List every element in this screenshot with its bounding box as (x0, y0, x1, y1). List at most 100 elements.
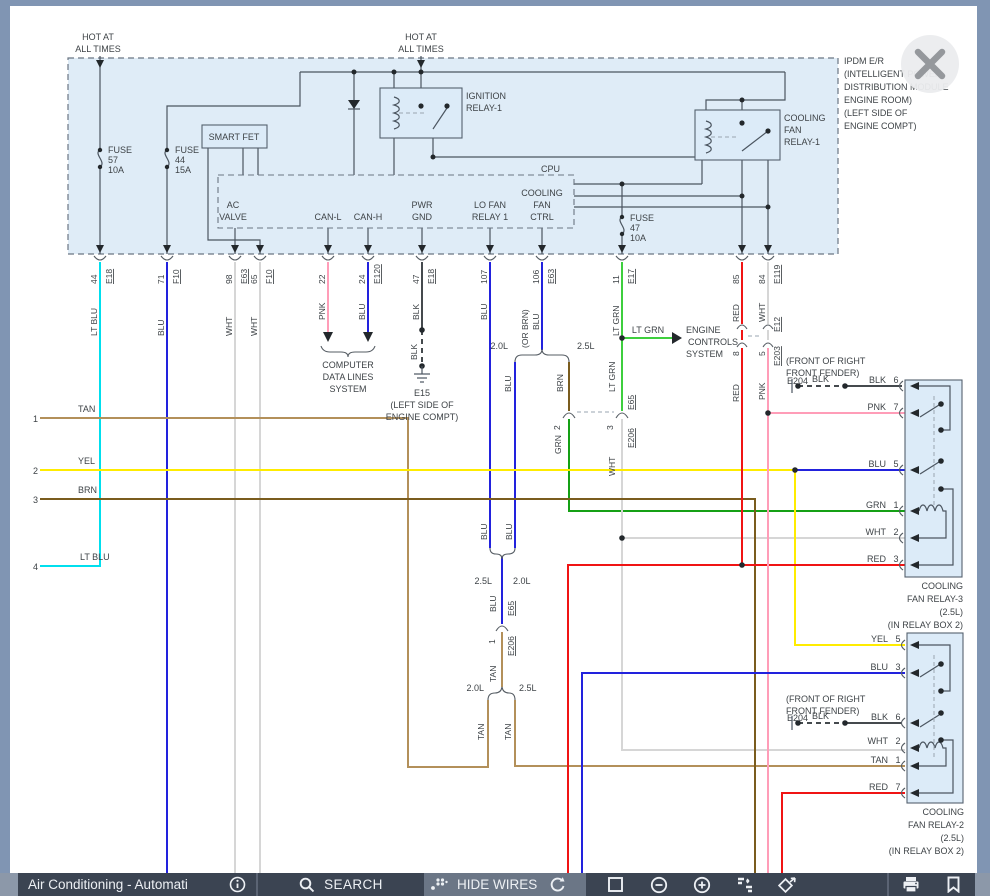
junction (740, 194, 745, 199)
cooling-fan-relay-2: (FRONT OF RIGHT FRONT FENDER) E204 BLK Y… (786, 633, 964, 856)
relay2-pin-color: YEL (871, 634, 888, 644)
split2-right: 2.5L (519, 683, 537, 693)
fuse57-num: 57 (108, 155, 118, 165)
fuse47-word: FUSE (630, 213, 654, 223)
hide-wires-button[interactable]: HIDE WIRES (424, 877, 543, 892)
row-color-2: YEL (78, 456, 95, 466)
pin-5: 5 (757, 351, 767, 356)
ignition-relay-label-1: IGNITION (466, 91, 506, 101)
relay2-pin-num: 7 (895, 782, 900, 792)
cpu-pin-cfc-3: CTRL (530, 212, 554, 222)
relay3-pin-num: 2 (893, 527, 898, 537)
fit-page-icon (607, 876, 624, 893)
cf-relay1-label-3: RELAY-1 (784, 137, 820, 147)
diagram-title-button[interactable]: Air Conditioning - Automati (18, 873, 256, 896)
smart-fet: SMART FET (202, 125, 267, 148)
bookmark-icon (946, 876, 961, 893)
reset-view-button[interactable] (543, 876, 572, 893)
merge-e65: E65 (506, 601, 516, 616)
split1-brn: BRN (555, 374, 565, 392)
relay3-pin-num: 6 (893, 375, 898, 385)
relay2-pin-color: BLK (871, 712, 888, 722)
hot-label-2: ALL TIMES (398, 44, 444, 54)
e12-e203-connectors: E12 8 5 E203 RED PNK (731, 317, 782, 402)
relay3-pin-labels: BLK 6 PNK 7 BLU 5 GRN 1 WHT 2 RED 3 (866, 375, 904, 570)
print-button[interactable] (889, 873, 932, 896)
relay3-name-3: (2.5L) (939, 607, 963, 617)
conn-e12: E12 (772, 317, 782, 332)
ipdm-pin-connectors: 44 E18 LT BLU 71 F10 BLU 98 E63 WHT 65 F… (89, 245, 782, 348)
e15-name: E15 (414, 388, 430, 398)
ecs-label-1: ENGINE (686, 325, 721, 335)
pin-num: 44 (89, 274, 99, 284)
junction (740, 98, 745, 103)
pin-wirecolor: PNK (317, 302, 327, 320)
merge-left: 2.5L (474, 576, 492, 586)
relay2-pin-color: TAN (871, 755, 888, 765)
junction (620, 182, 625, 187)
pin-wirecolor: BLU (357, 303, 367, 320)
cpu-pin-pwr-1: PWR (412, 200, 433, 210)
wires-icon (430, 877, 448, 892)
pin-conn: E63 (546, 269, 556, 284)
close-button[interactable] (901, 35, 959, 93)
pin-labels: 44 E18 LT BLU 71 F10 BLU 98 E63 WHT 65 F… (89, 264, 782, 348)
ecs-label-2: CONTROLS (688, 337, 738, 347)
fit-width-button[interactable] (723, 877, 766, 893)
fender-wire: BLK (812, 374, 829, 384)
pin-wirecolor: WHT (224, 317, 234, 336)
relay2-pin-num: 6 (895, 712, 900, 722)
relay3-name: COOLING FAN RELAY-3 (2.5L) (IN RELAY BOX… (888, 581, 963, 630)
cpu-pin-cfc-2: FAN (533, 200, 551, 210)
wire-red-relay3 (568, 565, 905, 873)
pin-wirecolor: WHT (249, 317, 259, 336)
pin-wirecolor: BLU (479, 303, 489, 320)
cooling-fan-relay-3: (FRONT OF RIGHT FRONT FENDER) E204 BLK B… (786, 356, 963, 630)
split1-right: 2.5L (577, 341, 595, 351)
pin-conn: E18 (426, 269, 436, 284)
cpu-pin-canl: CAN-L (314, 212, 341, 222)
pin-2: 2 (552, 425, 562, 430)
pin-num: 106 (531, 270, 541, 284)
wirecolor-pnk: PNK (757, 382, 767, 400)
merge-blu-right: BLU (504, 523, 514, 540)
pin-conn: F10 (264, 269, 274, 284)
junction (766, 205, 771, 210)
fuse44-num: 44 (175, 155, 185, 165)
pin-num: 85 (731, 274, 741, 284)
wirecolor-ltgrn: LT GRN (607, 362, 617, 392)
search-button[interactable]: SEARCH (258, 873, 424, 896)
relay2-pin-color: BLU (870, 662, 888, 672)
pin-num: 47 (411, 274, 421, 284)
pin-conn: E17 (626, 269, 636, 284)
pin-wirecolor-alt: (OR BRN) (520, 309, 530, 348)
junction (431, 155, 436, 160)
fit-page-button[interactable] (594, 876, 637, 893)
cdl-label-1: COMPUTER (322, 360, 374, 370)
junction (352, 70, 357, 75)
pin-8: 8 (731, 351, 741, 356)
bottom-toolbar: Air Conditioning - Automati SEARCH HIDE … (0, 873, 990, 896)
ecs-wirecolor: LT GRN (632, 325, 664, 335)
row-num-2: 2 (33, 466, 38, 476)
pin-conn: E119 (772, 265, 782, 284)
wire-yel (40, 470, 905, 645)
pin-wirecolor: BLU (531, 313, 541, 330)
cpu-pin-pwr-2: GND (412, 212, 433, 222)
toolbar-corner-left (0, 873, 18, 896)
split1-left: 2.0L (490, 341, 508, 351)
junction (419, 70, 424, 75)
wire-grn (569, 419, 905, 511)
bookmark-button[interactable] (932, 873, 975, 896)
pin-wirecolor: BLK (411, 304, 421, 320)
zoom-in-icon (693, 876, 711, 894)
export-view-button[interactable] (766, 876, 809, 893)
relay3-pin-num: 7 (893, 402, 898, 412)
relay2-pin-num: 5 (895, 634, 900, 644)
relay2-name-2: FAN RELAY-2 (908, 820, 964, 830)
zoom-out-button[interactable] (637, 876, 680, 894)
row-num-3: 3 (33, 495, 38, 505)
ignition-relay-label-2: RELAY-1 (466, 103, 502, 113)
pin-num: 71 (156, 274, 166, 284)
zoom-in-button[interactable] (680, 876, 723, 894)
